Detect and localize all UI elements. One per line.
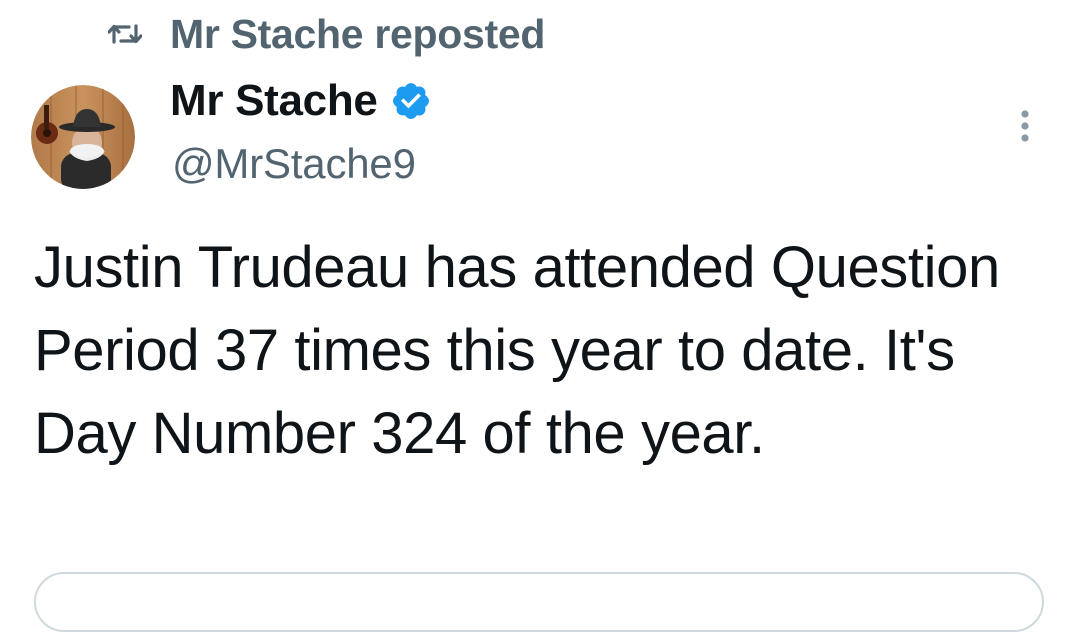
verified-badge-icon — [390, 80, 432, 122]
post-text: Justin Trudeau has attended Question Per… — [34, 235, 1000, 466]
repost-label: Mr Stache reposted — [170, 10, 546, 57]
avatar[interactable] — [31, 85, 135, 189]
author-display-name[interactable]: Mr Stache — [170, 76, 378, 126]
author-name-row[interactable]: Mr Stache — [170, 74, 432, 128]
more-vertical-icon — [1021, 110, 1029, 142]
repost-icon — [108, 19, 142, 49]
repost-header[interactable]: Mr Stache reposted — [108, 10, 546, 57]
quote-card[interactable] — [34, 572, 1044, 632]
author-handle[interactable]: @MrStache9 — [172, 140, 416, 188]
more-options-button[interactable] — [1010, 104, 1040, 148]
